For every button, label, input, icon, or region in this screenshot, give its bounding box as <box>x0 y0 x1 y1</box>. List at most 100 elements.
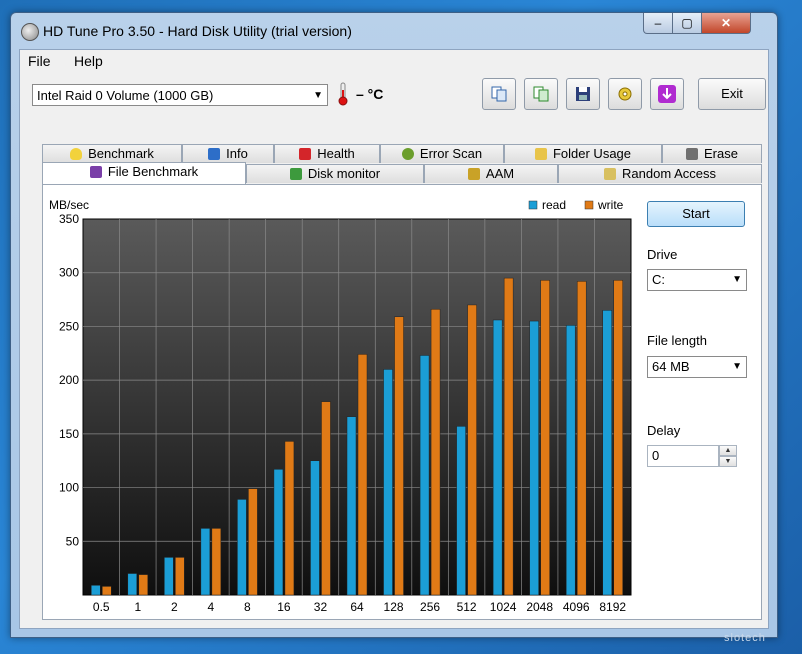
chevron-down-icon: ▼ <box>732 274 742 285</box>
spin-down-icon[interactable]: ▼ <box>719 456 737 467</box>
spin-up-icon[interactable]: ▲ <box>719 445 737 456</box>
menu-help[interactable]: Help <box>74 53 103 69</box>
bar-write <box>321 401 331 596</box>
bar-write <box>503 277 514 596</box>
trash-icon <box>686 148 699 160</box>
menu-file[interactable]: File <box>28 53 51 69</box>
tab-label: Erase <box>704 146 738 161</box>
tab-label: File Benchmark <box>107 164 199 179</box>
tab-file-benchmark[interactable]: File Benchmark <box>42 162 246 184</box>
file-benchmark-panel: 50 100 150 200 250 300 350 0.5 1 2 4 8 16 32 64 128 256… <box>42 184 762 620</box>
download-button[interactable] <box>650 78 684 110</box>
benchmark-chart-svg: 50 100 150 200 250 300 350 0.5 1 2 4 8 16 32 64 128 256… <box>49 198 632 614</box>
x-tick-label: 1024 <box>490 600 517 614</box>
x-tick-label: 0.5 <box>93 600 110 614</box>
wrench-icon <box>618 87 632 101</box>
drive-select-value: Intel Raid 0 Volume (1000 GB) <box>37 88 214 103</box>
bar-write <box>357 354 368 596</box>
bar-read <box>310 460 320 596</box>
delay-input[interactable]: 0 <box>647 445 719 467</box>
tab-label: Health <box>317 146 355 161</box>
tab-benchmark[interactable]: Benchmark <box>42 144 182 163</box>
bar-write <box>430 308 441 596</box>
copy-screenshot-button[interactable] <box>524 78 558 110</box>
x-tick-label: 2048 <box>526 600 553 614</box>
bar-read <box>529 320 539 596</box>
bar-read <box>273 469 284 596</box>
y-tick-label: 300 <box>59 266 79 280</box>
tab-random-access[interactable]: Random Access <box>558 164 762 183</box>
x-tick-label: 8192 <box>599 600 626 614</box>
save-button[interactable] <box>566 78 600 110</box>
window-title: HD Tune Pro 3.50 - Hard Disk Utility (tr… <box>43 23 352 39</box>
tab-label: Folder Usage <box>552 146 632 161</box>
client-area: File Help Intel Raid 0 Volume (1000 GB) … <box>19 49 769 629</box>
x-tick-label: 256 <box>420 600 440 614</box>
tab-folder-usage[interactable]: Folder Usage <box>504 144 662 163</box>
delay-label: Delay <box>647 423 681 438</box>
x-tick-label: 128 <box>384 600 404 614</box>
save-disk-icon <box>576 87 590 101</box>
bar-write <box>576 281 587 596</box>
minimize-button[interactable]: ‒ <box>643 13 673 34</box>
close-button[interactable]: ✕ <box>701 13 751 34</box>
copy-screen-icon <box>533 86 549 102</box>
tab-health[interactable]: Health <box>274 144 380 163</box>
bar-read <box>419 355 430 596</box>
tab-erase[interactable]: Erase <box>662 144 762 163</box>
bar-write <box>613 279 623 596</box>
chevron-down-icon: ▼ <box>313 90 323 101</box>
tab-error-scan[interactable]: Error Scan <box>380 144 504 163</box>
y-axis-label: MB/sec <box>49 198 89 212</box>
chart-legend: read write <box>528 198 624 212</box>
bar-write <box>467 304 477 596</box>
title-bar[interactable]: HD Tune Pro 3.50 - Hard Disk Utility (tr… <box>11 13 777 49</box>
tab-label: Random Access <box>622 166 716 181</box>
maximize-button[interactable]: ▢ <box>672 13 702 34</box>
bar-write <box>394 316 404 596</box>
tab-aam[interactable]: AAM <box>424 164 558 183</box>
app-window: HD Tune Pro 3.50 - Hard Disk Utility (tr… <box>10 12 778 638</box>
lightbulb-icon <box>70 148 83 160</box>
speaker-icon <box>467 168 480 180</box>
info-icon <box>208 148 221 160</box>
y-tick-label: 100 <box>59 481 79 495</box>
drive-label: Drive <box>647 247 678 262</box>
copy-info-button[interactable] <box>482 78 516 110</box>
file-benchmark-icon <box>89 166 102 178</box>
bar-write <box>138 574 149 596</box>
x-tick-label: 4096 <box>563 600 590 614</box>
bar-write <box>175 557 185 596</box>
legend-label-write: write <box>597 198 624 212</box>
folder-icon <box>534 148 547 160</box>
y-axis-ticks: 50 100 150 200 250 300 350 <box>59 212 79 548</box>
bar-write <box>211 528 222 596</box>
bar-write <box>248 488 258 596</box>
drive-select[interactable]: Intel Raid 0 Volume (1000 GB) ▼ <box>32 84 328 106</box>
download-arrow-icon <box>658 85 676 103</box>
bar-read <box>164 557 174 596</box>
bar-read <box>200 528 211 596</box>
y-tick-label: 350 <box>59 212 79 226</box>
drive-letter-select[interactable]: C: ▼ <box>647 269 747 291</box>
toolbar: Intel Raid 0 Volume (1000 GB) ▼ – °C Exi… <box>20 74 768 122</box>
bar-chart-icon <box>289 168 302 180</box>
start-button[interactable]: Start <box>647 201 745 227</box>
tab-info[interactable]: Info <box>182 144 274 163</box>
tab-label: Info <box>226 146 248 161</box>
tab-disk-monitor[interactable]: Disk monitor <box>246 164 424 183</box>
temperature-readout: – °C <box>356 86 384 102</box>
drive-letter-value: C: <box>652 272 665 287</box>
options-button[interactable] <box>608 78 642 110</box>
file-length-select[interactable]: 64 MB ▼ <box>647 356 747 378</box>
bar-read <box>346 416 357 596</box>
file-length-value: 64 MB <box>652 359 690 374</box>
bar-write <box>540 279 550 596</box>
bar-read <box>492 319 503 596</box>
menu-bar: File Help <box>20 50 768 72</box>
random-dots-icon <box>604 168 617 180</box>
exit-button[interactable]: Exit <box>698 78 766 110</box>
copy-icon <box>491 86 507 102</box>
app-disk-icon <box>21 23 39 41</box>
tab-label: Benchmark <box>88 146 154 161</box>
